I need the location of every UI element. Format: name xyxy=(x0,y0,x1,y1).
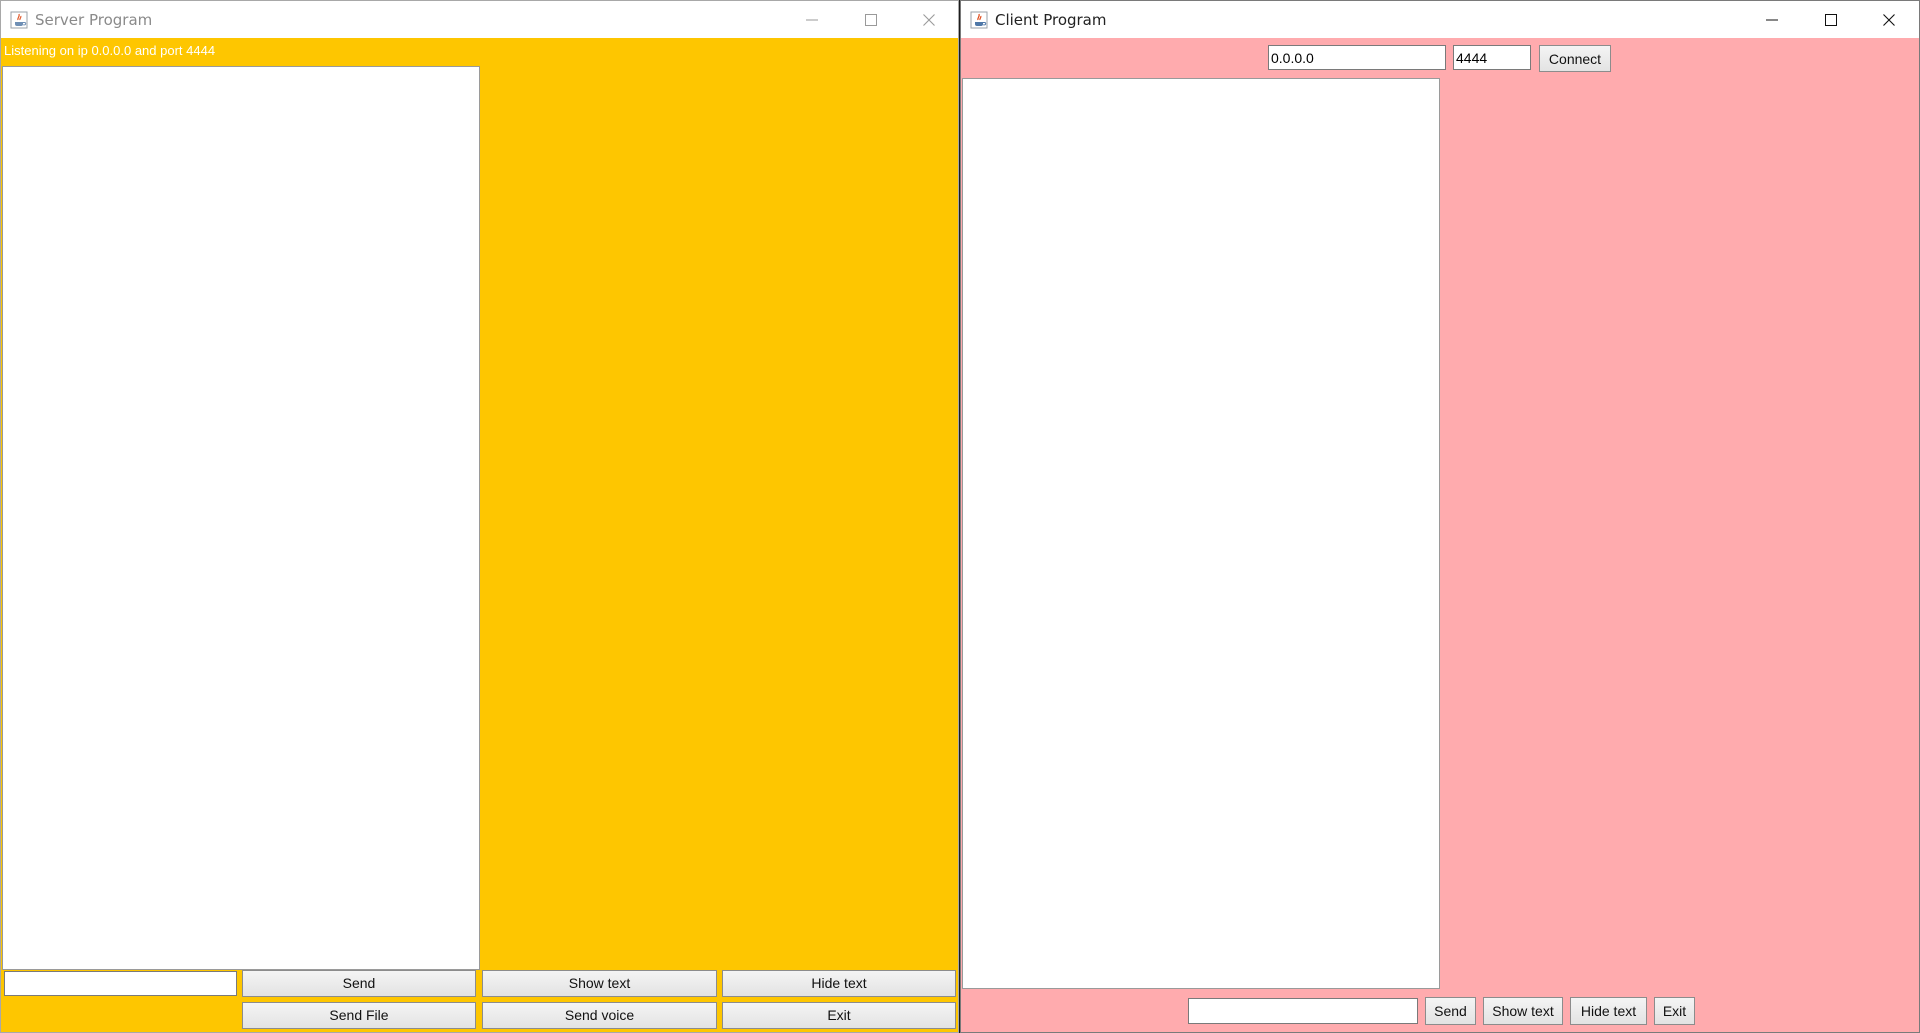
minimize-icon[interactable] xyxy=(783,1,841,38)
client-window-title: Client Program xyxy=(995,11,1107,29)
minimize-icon[interactable] xyxy=(1743,1,1801,38)
client-connect-button[interactable]: Connect xyxy=(1539,45,1611,72)
client-content: Connect Send Show text Hide text Exit xyxy=(961,38,1919,1032)
client-port-input[interactable] xyxy=(1453,45,1531,70)
server-status-label: Listening on ip 0.0.0.0 and port 4444 xyxy=(4,43,216,58)
server-send-voice-button[interactable]: Send voice xyxy=(482,1002,717,1029)
client-show-text-button[interactable]: Show text xyxy=(1483,997,1563,1025)
client-window: Client Program Connect Send Show text Hi… xyxy=(960,0,1920,1033)
server-window: Server Program Listening on ip 0.0.0.0 a… xyxy=(0,0,959,1033)
java-app-icon xyxy=(970,11,988,29)
server-titlebar[interactable]: Server Program xyxy=(1,1,958,38)
client-ip-input[interactable] xyxy=(1268,45,1446,70)
client-send-button[interactable]: Send xyxy=(1425,997,1476,1025)
server-show-text-button[interactable]: Show text xyxy=(482,970,717,997)
server-chat-area[interactable] xyxy=(2,66,480,970)
server-window-title: Server Program xyxy=(35,11,153,29)
maximize-icon[interactable] xyxy=(842,1,900,38)
server-hide-text-button[interactable]: Hide text xyxy=(722,970,956,997)
close-icon[interactable] xyxy=(900,1,958,38)
java-app-icon xyxy=(10,11,28,29)
client-chat-area[interactable] xyxy=(962,78,1440,989)
server-send-file-button[interactable]: Send File xyxy=(242,1002,476,1029)
server-exit-button[interactable]: Exit xyxy=(722,1002,956,1029)
close-icon[interactable] xyxy=(1860,1,1918,38)
client-message-input[interactable] xyxy=(1188,998,1418,1024)
server-send-button[interactable]: Send xyxy=(242,970,476,997)
server-content: Listening on ip 0.0.0.0 and port 4444 Se… xyxy=(1,38,958,1032)
maximize-icon[interactable] xyxy=(1802,1,1860,38)
client-exit-button[interactable]: Exit xyxy=(1654,997,1695,1025)
client-titlebar[interactable]: Client Program xyxy=(961,1,1919,38)
client-hide-text-button[interactable]: Hide text xyxy=(1570,997,1647,1025)
server-message-input[interactable] xyxy=(4,971,237,996)
